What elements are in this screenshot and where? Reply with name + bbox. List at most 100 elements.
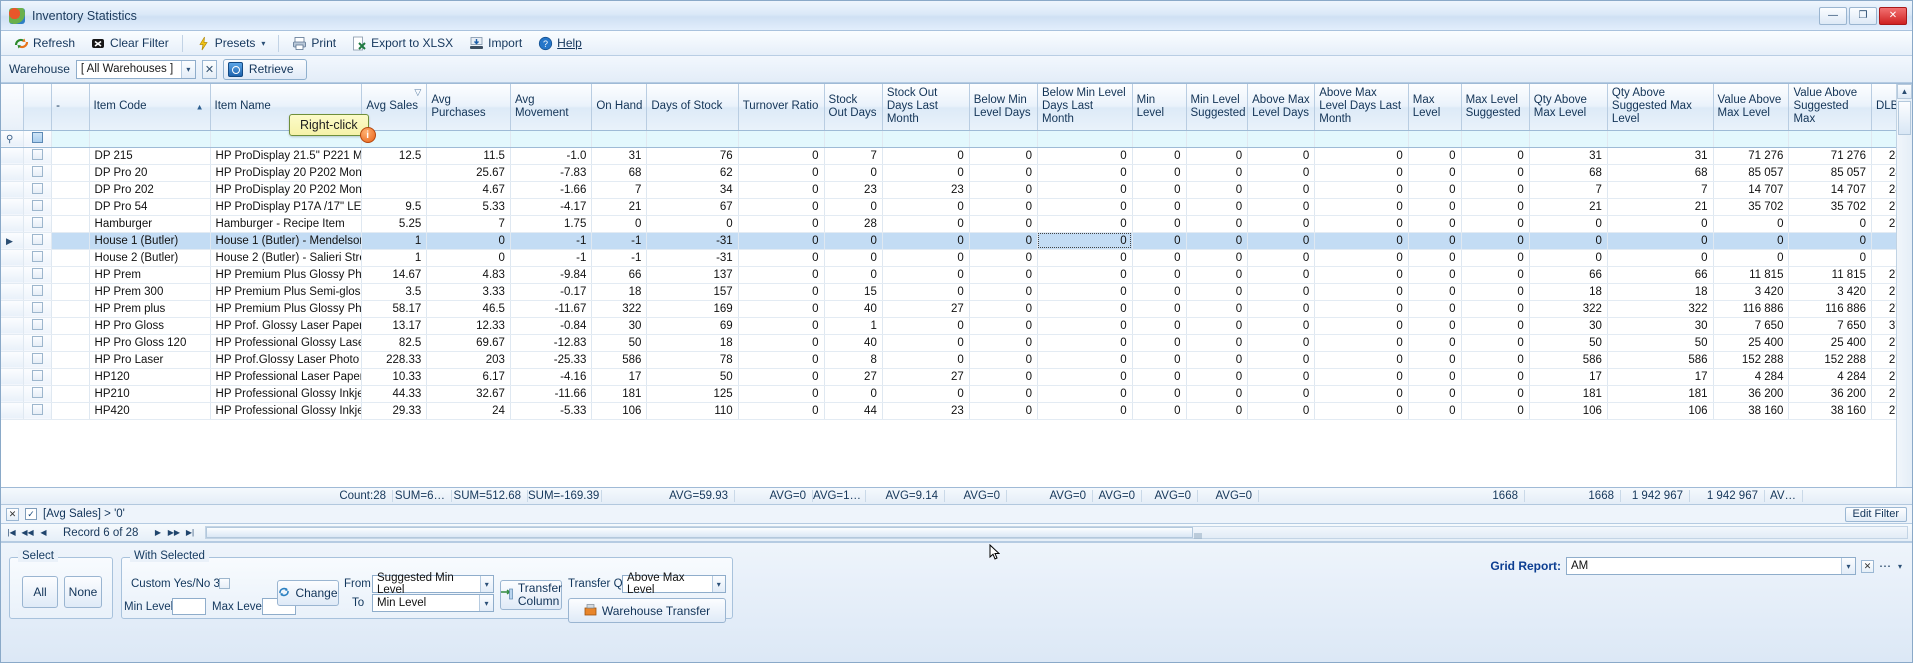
cell-days_of_stock[interactable]: -31: [646, 249, 739, 267]
column-header-below_min_level_days[interactable]: Below Min Level Days: [969, 84, 1038, 131]
filter-input-dash[interactable]: [51, 130, 90, 148]
cell-on_hand[interactable]: -1: [591, 249, 648, 267]
column-header-avg_movement[interactable]: Avg Movement: [510, 84, 593, 131]
table-row[interactable]: HP PremHP Premium Plus Glossy Photo…14.6…: [1, 266, 1912, 284]
row-select-checkbox[interactable]: [31, 267, 43, 279]
cell-turnover_ratio[interactable]: 0: [738, 249, 825, 267]
cell-max_level[interactable]: 0: [1408, 181, 1462, 199]
cell-qty_above_sugg_max_level[interactable]: 17: [1607, 368, 1714, 386]
cell-below_min_level_days[interactable]: 0: [969, 215, 1038, 233]
cell-value_above_max_level[interactable]: 3 420: [1713, 283, 1790, 301]
retrieve-button[interactable]: Retrieve: [222, 58, 307, 80]
filter-input-qty_above_sugg_max_level[interactable]: [1607, 130, 1714, 148]
cell-below_min_level_days[interactable]: 0: [969, 181, 1038, 199]
from-select[interactable]: Suggested Min Level ▾: [372, 572, 494, 596]
cell-dash[interactable]: [51, 198, 90, 216]
refresh-button[interactable]: Refresh: [7, 33, 82, 54]
cell-max_level[interactable]: 0: [1408, 249, 1462, 267]
cell-avg_sales[interactable]: 228.33: [361, 351, 428, 369]
cell-above_max_level_days_lm[interactable]: 0: [1314, 334, 1409, 352]
table-row[interactable]: HP210HP Professional Glossy Inkjet …44.3…: [1, 385, 1912, 403]
filter-input-stock_out_days[interactable]: [824, 130, 883, 148]
cell-dash[interactable]: [51, 351, 90, 369]
cell-below_min_level_days_lm[interactable]: 0: [1037, 147, 1133, 165]
row-select-checkbox-cell[interactable]: [23, 300, 53, 318]
cell-max_level_suggested[interactable]: 0: [1461, 300, 1530, 318]
table-row[interactable]: DP 215HP ProDisplay 21.5" P221 Mo…12.511…: [1, 147, 1912, 165]
cell-dash[interactable]: [51, 368, 90, 386]
cell-value_above_sugg_max[interactable]: 152 288: [1788, 351, 1872, 369]
grid-filter-row[interactable]: ⚲: [1, 130, 1912, 148]
cell-value_above_max_level[interactable]: 35 702: [1713, 198, 1790, 216]
cell-below_min_level_days_lm[interactable]: 0: [1037, 266, 1133, 284]
cell-above_max_level_days_lm[interactable]: 0: [1314, 300, 1409, 318]
cell-below_min_level_days[interactable]: 0: [969, 368, 1038, 386]
prev-page-button[interactable]: ◀◀: [21, 526, 34, 539]
grid-report-ellipsis-icon[interactable]: ⋯: [1879, 559, 1891, 573]
row-select-checkbox[interactable]: [31, 284, 43, 296]
cell-qty_above_max_level[interactable]: 17: [1529, 368, 1608, 386]
column-header-avg_purchases[interactable]: Avg Purchases: [426, 84, 511, 131]
cell-turnover_ratio[interactable]: 0: [738, 402, 825, 420]
cell-above_max_level_days_lm[interactable]: 0: [1314, 198, 1409, 216]
cell-above_max_level_days_lm[interactable]: 0: [1314, 368, 1409, 386]
row-select-checkbox-cell[interactable]: [23, 402, 53, 420]
cell-avg_sales[interactable]: 44.33: [361, 385, 428, 403]
cell-item_code[interactable]: Hamburger: [89, 215, 211, 233]
cell-days_of_stock[interactable]: 169: [646, 300, 739, 318]
cell-above_max_level_days[interactable]: 0: [1247, 198, 1316, 216]
cell-item_name[interactable]: HP Prof.Glossy Laser Photo P…: [210, 351, 363, 369]
filter-input-item_code[interactable]: [89, 130, 211, 148]
cell-item_name[interactable]: HP Professional Glossy Inkjet …: [210, 385, 363, 403]
cell-above_max_level_days_lm[interactable]: 0: [1314, 164, 1409, 182]
cell-item_code[interactable]: HP Pro Laser: [89, 351, 211, 369]
cell-value_above_max_level[interactable]: 38 160: [1713, 402, 1790, 420]
cell-avg_sales[interactable]: 12.5: [361, 147, 428, 165]
row-select-checkbox-cell[interactable]: [23, 198, 53, 216]
cell-days_of_stock[interactable]: 62: [646, 164, 739, 182]
table-row[interactable]: DP Pro 54HP ProDisplay P17A /17" LED …9.…: [1, 198, 1912, 216]
cell-above_max_level_days[interactable]: 0: [1247, 181, 1316, 199]
filter-input-value_above_sugg_max[interactable]: [1788, 130, 1872, 148]
cell-stock_out_days_lm[interactable]: 0: [882, 351, 970, 369]
row-select-checkbox-cell[interactable]: [23, 249, 53, 267]
cell-below_min_level_days_lm[interactable]: 0: [1037, 368, 1133, 386]
filter-input-days_of_stock[interactable]: [646, 130, 739, 148]
cell-item_code[interactable]: HP420: [89, 402, 211, 420]
row-select-checkbox-cell[interactable]: [23, 368, 53, 386]
cell-below_min_level_days_lm[interactable]: 0: [1037, 317, 1133, 335]
row-select-checkbox-cell[interactable]: [23, 283, 53, 301]
cell-item_name[interactable]: House 1 (Butler) - Mendelson …: [210, 232, 363, 250]
filter-input-above_max_level_days[interactable]: [1247, 130, 1316, 148]
cell-stock_out_days[interactable]: 0: [824, 385, 883, 403]
filter-input-value_above_max_level[interactable]: [1713, 130, 1790, 148]
cell-avg_purchases[interactable]: 0: [426, 232, 511, 250]
cell-stock_out_days_lm[interactable]: 0: [882, 198, 970, 216]
table-row[interactable]: HP Pro LaserHP Prof.Glossy Laser Photo P…: [1, 351, 1912, 369]
cell-dash[interactable]: [51, 147, 90, 165]
cell-days_of_stock[interactable]: 110: [646, 402, 739, 420]
cell-below_min_level_days_lm[interactable]: 0: [1037, 385, 1133, 403]
cell-avg_movement[interactable]: -4.16: [510, 368, 593, 386]
cell-days_of_stock[interactable]: -31: [646, 232, 739, 250]
cell-max_level_suggested[interactable]: 0: [1461, 283, 1530, 301]
filter-input-stock_out_days_lm[interactable]: [882, 130, 970, 148]
cell-min_level[interactable]: 0: [1132, 164, 1187, 182]
column-header-stock_out_days_lm[interactable]: Stock Out Days Last Month: [882, 84, 970, 131]
cell-min_level_suggested[interactable]: 0: [1186, 385, 1249, 403]
cell-item_name[interactable]: HP Professional Glossy Inkjet …: [210, 402, 363, 420]
chevron-down-icon[interactable]: ▾: [711, 576, 725, 592]
cell-max_level_suggested[interactable]: 0: [1461, 385, 1530, 403]
cell-item_name[interactable]: HP ProDisplay P17A /17" LED …: [210, 198, 363, 216]
cell-qty_above_max_level[interactable]: 0: [1529, 215, 1608, 233]
cell-days_of_stock[interactable]: 34: [646, 181, 739, 199]
cell-qty_above_max_level[interactable]: 7: [1529, 181, 1608, 199]
cell-avg_purchases[interactable]: 69.67: [426, 334, 511, 352]
cell-above_max_level_days_lm[interactable]: 0: [1314, 402, 1409, 420]
cell-days_of_stock[interactable]: 76: [646, 147, 739, 165]
cell-avg_sales[interactable]: 5.25: [361, 215, 428, 233]
horizontal-scrollbar[interactable]: [205, 526, 1908, 539]
table-row[interactable]: ▶ House 1 (Butler) House 1 (Butler) - Mend…: [1, 232, 1912, 250]
cell-below_min_level_days[interactable]: 0: [969, 351, 1038, 369]
cell-dash[interactable]: [51, 402, 90, 420]
